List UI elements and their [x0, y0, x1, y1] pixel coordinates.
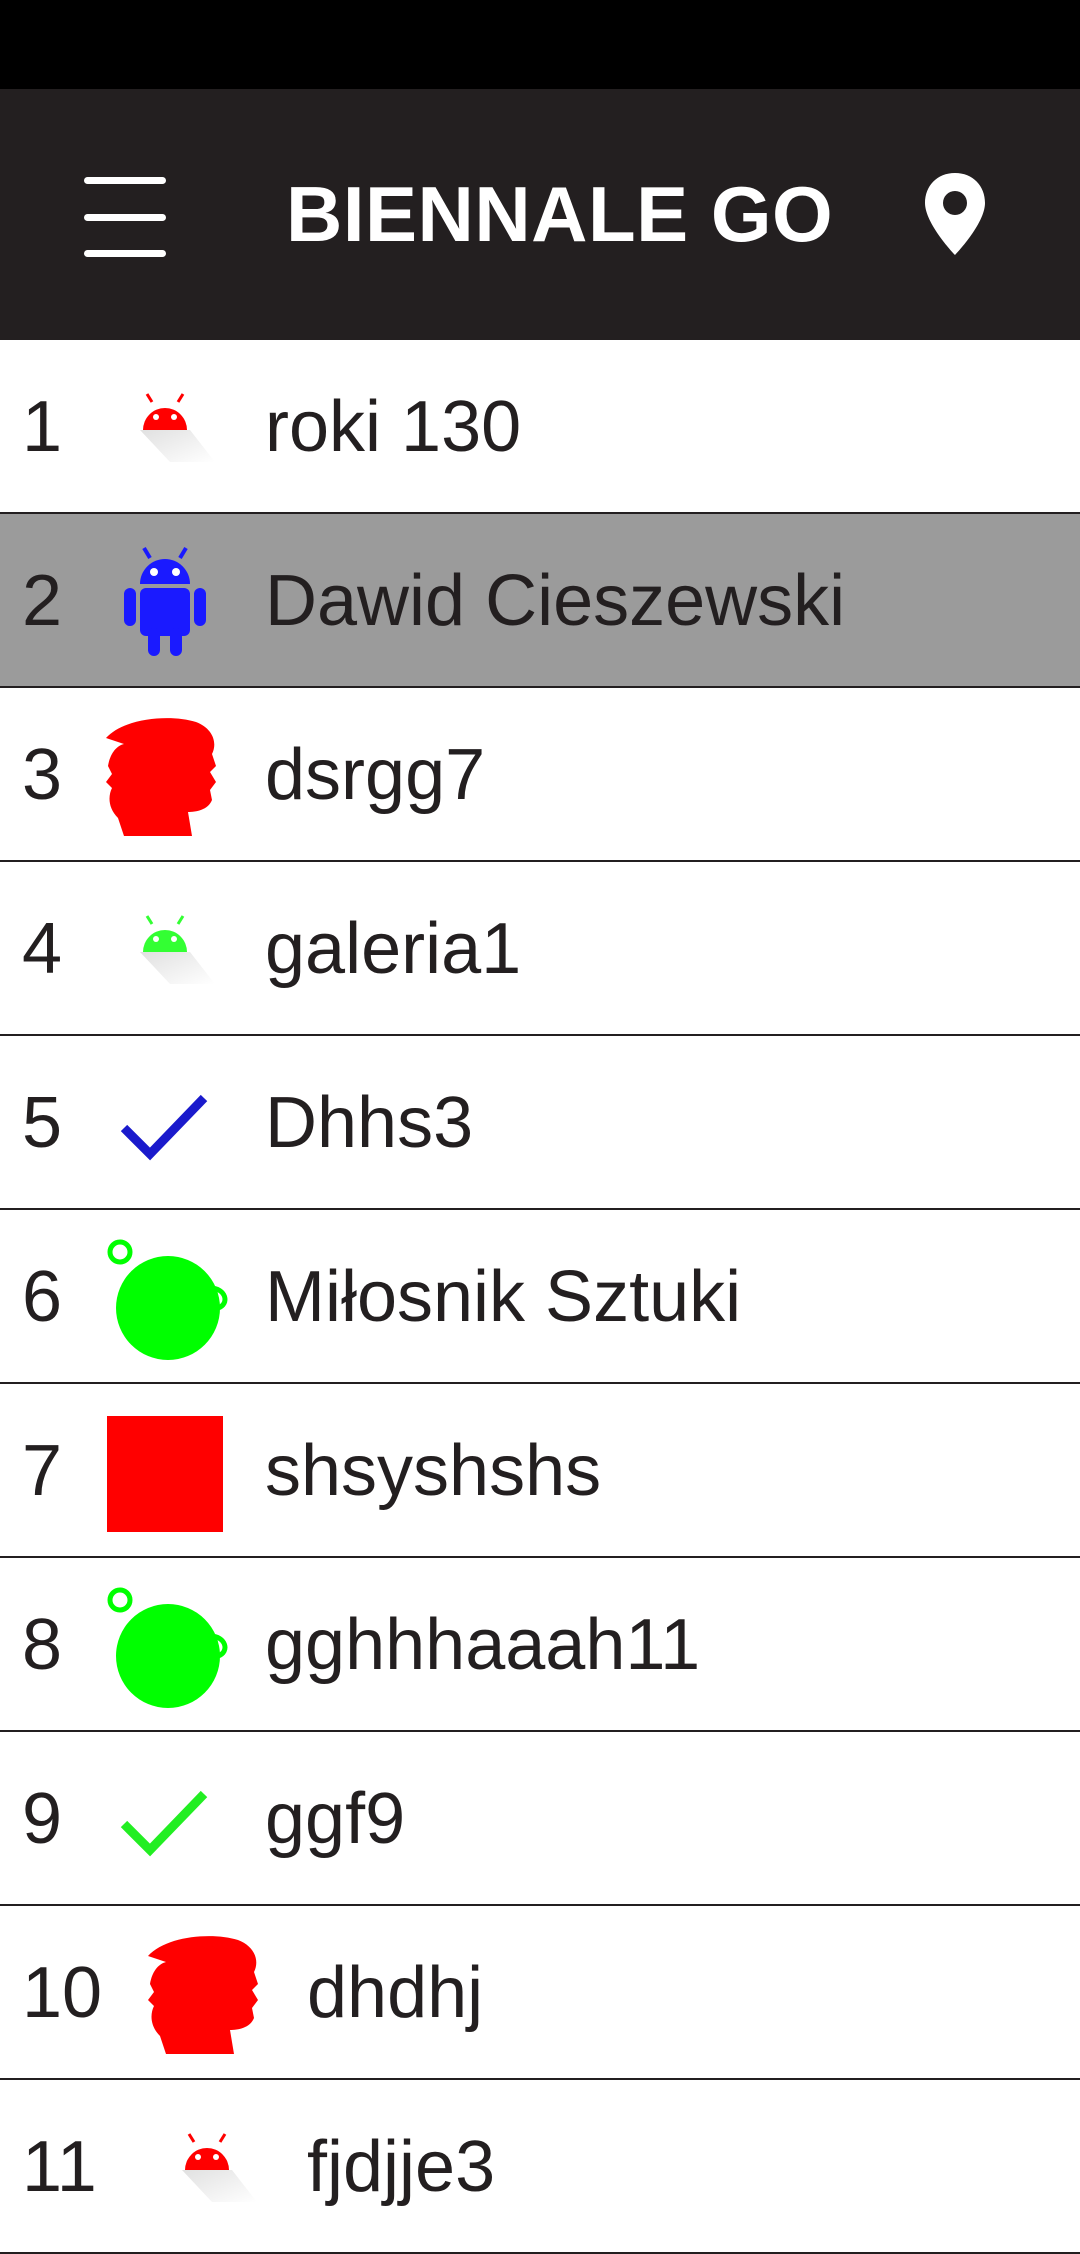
leaderboard-row[interactable]: 4 galeria1 [0, 862, 1080, 1036]
square-icon [100, 1406, 230, 1536]
player-name: shsyshshs [265, 1431, 602, 1511]
leaderboard-row[interactable]: 9 ggf9 [0, 1732, 1080, 1906]
leaderboard-row[interactable]: 3 dsrgg7 [0, 688, 1080, 862]
rank-number: 8 [22, 1605, 63, 1685]
rank-number: 4 [22, 909, 63, 989]
bomb-icon [100, 1580, 230, 1710]
leaderboard-row[interactable]: 8 gghhhaaah11 [0, 1558, 1080, 1732]
player-name: Dhhs3 [265, 1083, 474, 1163]
location-pin-icon[interactable] [920, 169, 990, 259]
rank-number: 11 [22, 2127, 97, 2207]
checkmark-icon [100, 1058, 230, 1188]
bomb-icon [100, 1232, 230, 1362]
player-name: Miłosnik Sztuki [265, 1257, 742, 1337]
player-name: ggf9 [265, 1779, 406, 1859]
rank-number: 3 [22, 735, 63, 815]
rank-number: 1 [22, 387, 63, 467]
rank-number: 10 [22, 1953, 103, 2033]
leaderboard-row[interactable]: 5 Dhhs3 [0, 1036, 1080, 1210]
player-name: gghhhaaah11 [265, 1605, 701, 1685]
checkmark-icon [100, 1754, 230, 1884]
player-name: roki 130 [265, 387, 522, 467]
app-title: BIENNALE GO [286, 170, 834, 258]
android-small-icon [142, 2102, 272, 2232]
android-small-icon [100, 884, 230, 1014]
android-small-icon [100, 362, 230, 492]
player-name: dsrgg7 [265, 735, 486, 815]
hamburger-menu-icon[interactable] [70, 177, 180, 257]
rank-number: 5 [22, 1083, 63, 1163]
head-silhouette-icon [142, 1928, 272, 2058]
rank-number: 9 [22, 1779, 63, 1859]
leaderboard-list: 1 roki 130 2 Dawid Cieszewski 3 dsrgg7 4 galeri… [0, 340, 1080, 2254]
player-name: Dawid Cieszewski [265, 561, 846, 641]
player-name: galeria1 [265, 909, 522, 989]
head-silhouette-icon [100, 710, 230, 840]
leaderboard-row[interactable]: 10 dhdhj [0, 1906, 1080, 2080]
player-name: dhdhj [307, 1953, 484, 2033]
status-bar [0, 0, 1080, 89]
rank-number: 2 [22, 561, 63, 641]
player-name: fjdjje3 [307, 2127, 496, 2207]
leaderboard-row[interactable]: 7 shsyshshs [0, 1384, 1080, 1558]
leaderboard-row[interactable]: 2 Dawid Cieszewski [0, 514, 1080, 688]
leaderboard-row[interactable]: 11 fjdjje3 [0, 2080, 1080, 2254]
app-bar: BIENNALE GO [0, 89, 1080, 340]
rank-number: 6 [22, 1257, 63, 1337]
rank-number: 7 [22, 1431, 63, 1511]
leaderboard-row[interactable]: 6 Miłosnik Sztuki [0, 1210, 1080, 1384]
leaderboard-row[interactable]: 1 roki 130 [0, 340, 1080, 514]
android-icon [100, 536, 230, 666]
